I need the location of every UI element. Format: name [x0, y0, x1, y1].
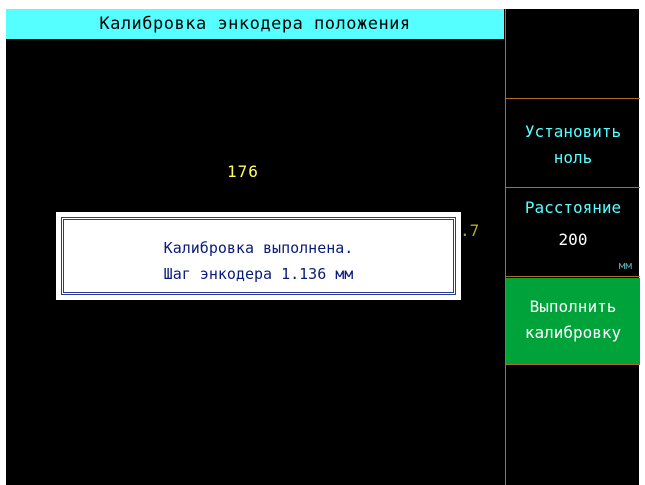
page-title: Калибровка энкодера положения	[6, 9, 504, 39]
dialog-message-line2: Шаг энкодера 1.136 мм	[163, 265, 354, 283]
set-zero-label-line1: Установить	[524, 122, 622, 141]
distance-unit: мм	[618, 259, 632, 272]
partial-readout: .7	[460, 221, 480, 240]
set-zero-label-line2: ноль	[553, 148, 593, 167]
calibrate-label-line1: Выполнить	[529, 297, 617, 316]
dialog-message-line1: Калибровка выполнена.	[163, 239, 354, 257]
softkey-empty-top	[506, 9, 640, 99]
calibrate-button[interactable]: Выполнить калибровку	[506, 278, 640, 365]
softkey-sidebar: Установить ноль Расстояние 200 мм Выполн…	[505, 9, 640, 485]
set-zero-button[interactable]: Установить ноль	[506, 100, 640, 188]
message-dialog[interactable]: Калибровка выполнена. Шаг энкодера 1.136…	[56, 212, 461, 300]
calibrate-label-line2: калибровку	[524, 323, 622, 342]
dialog-frame: Калибровка выполнена. Шаг энкодера 1.136…	[61, 217, 456, 295]
distance-label: Расстояние	[524, 198, 622, 217]
screen: Калибровка энкодера положения 176 .7 Уст…	[6, 9, 640, 485]
position-readout: 176	[227, 162, 259, 181]
distance-field[interactable]: Расстояние 200 мм	[506, 189, 640, 277]
softkey-empty-bottom	[506, 366, 640, 485]
distance-value: 200	[558, 230, 588, 249]
